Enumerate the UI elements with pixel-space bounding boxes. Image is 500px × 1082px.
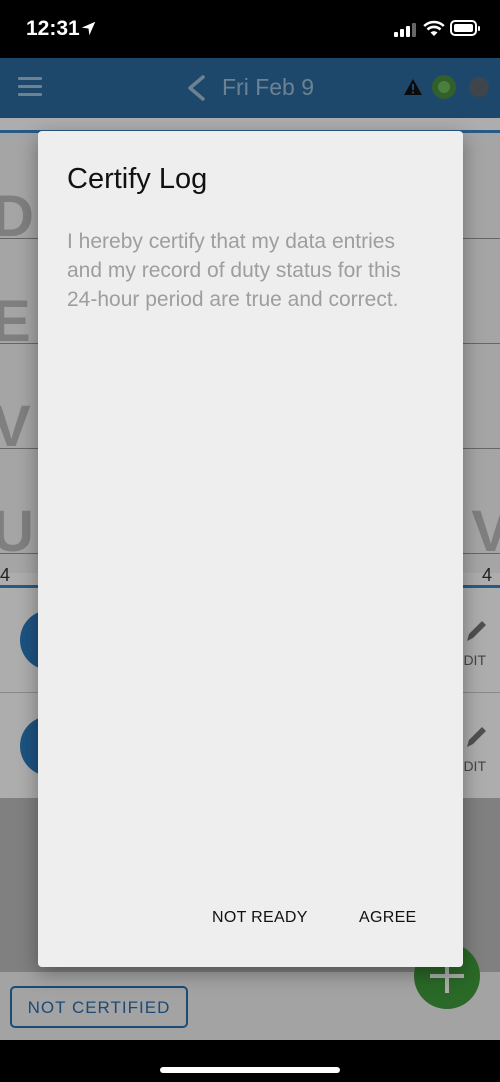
cellular-signal-icon <box>394 22 418 37</box>
certification-statement: I hereby certify that my data entries an… <box>67 230 401 311</box>
home-indicator-area <box>0 1040 500 1082</box>
home-indicator[interactable] <box>160 1067 340 1073</box>
status-time: 12:31 <box>26 17 80 40</box>
dialog-title: Certify Log <box>67 163 208 195</box>
agree-button[interactable]: AGREE <box>359 909 417 927</box>
not-ready-button[interactable]: NOT READY <box>212 909 308 927</box>
location-arrow-icon <box>81 21 96 36</box>
battery-icon <box>450 20 480 36</box>
status-bar: 12:31 <box>0 0 500 58</box>
certify-log-dialog: Certify Log I hereby certify that my dat… <box>38 131 463 967</box>
wifi-icon <box>423 20 445 36</box>
